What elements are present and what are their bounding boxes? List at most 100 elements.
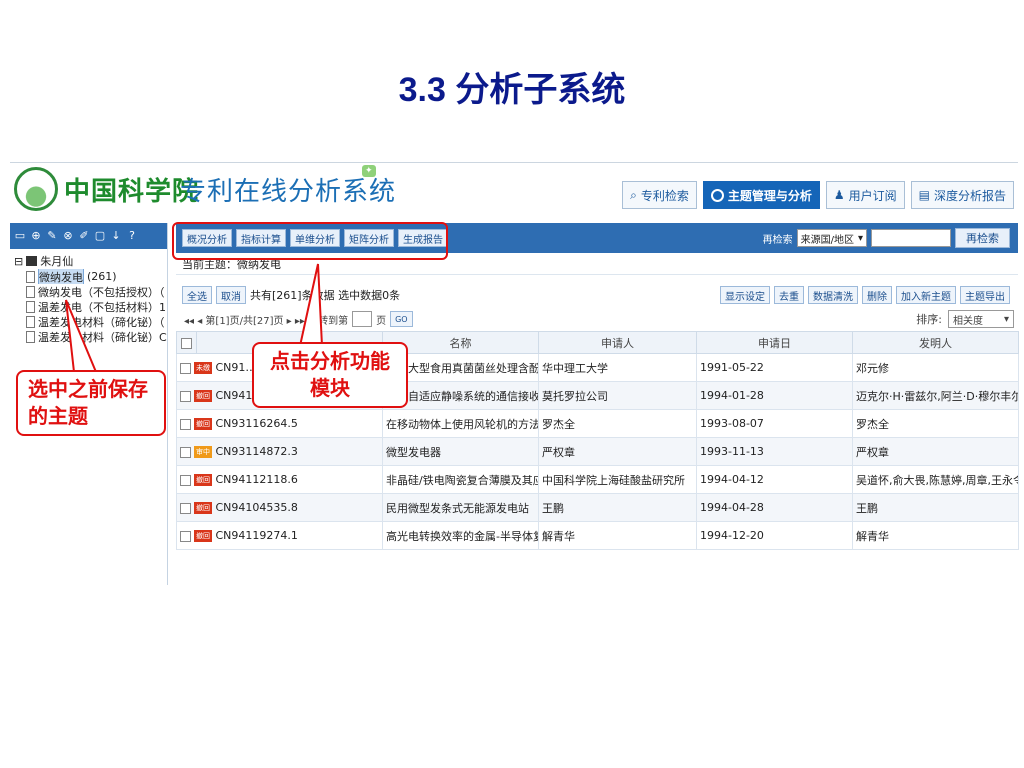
- inventor: 解青华: [852, 521, 1019, 550]
- re-search-area: 再检索 来源国/地区 ▾ 再检索: [763, 228, 1010, 248]
- delete-icon[interactable]: ⊗: [62, 230, 74, 242]
- select-all-checkbox[interactable]: [181, 337, 192, 349]
- header-applicant[interactable]: 申请人: [538, 331, 697, 354]
- rename-icon[interactable]: ✐: [78, 230, 90, 242]
- header-date[interactable]: 申请日: [696, 331, 853, 354]
- apply-date: 1994-04-28: [696, 493, 853, 522]
- row-checkbox[interactable]: [180, 362, 191, 374]
- export-topic-button[interactable]: 主题导出: [960, 286, 1010, 304]
- select-all-button[interactable]: 全选: [182, 286, 212, 304]
- nav-tab-deep-report[interactable]: ▤ 深度分析报告: [910, 181, 1014, 209]
- row-checkbox[interactable]: [180, 530, 191, 542]
- analysis-toolbar-highlight: [172, 222, 448, 260]
- apply-date: 1994-01-28: [696, 381, 853, 410]
- table-row[interactable]: 撤回 CN94119274.1 高光电转换效率的金属-半导体复合膜 解青华 19…: [176, 521, 1019, 550]
- action-buttons: 显示设定 去重 数据清洗 删除 加入新主题 主题导出: [720, 286, 1014, 304]
- search-field-select[interactable]: 来源国/地区 ▾: [796, 229, 867, 247]
- add-new-topic-button[interactable]: 加入新主题: [896, 286, 956, 304]
- table-row[interactable]: 撤回 CN93116264.5 在移动物体上使用风轮机的方法 罗杰全 1993-…: [176, 409, 1019, 438]
- search-icon: ⌕: [630, 187, 637, 202]
- patent-title[interactable]: 微型发电器: [382, 437, 539, 466]
- inventor: 罗杰全: [852, 409, 1019, 438]
- patent-title[interactable]: 民用微型发条式无能源发电站: [382, 493, 539, 522]
- row-checkbox[interactable]: [180, 446, 191, 458]
- tree-item-topic[interactable]: 温差发电材料（碲化铋）C: [14, 329, 167, 344]
- row-checkbox[interactable]: [180, 474, 191, 486]
- status-badge: 撤回: [194, 390, 212, 402]
- patent-number[interactable]: CN91…: [216, 361, 257, 374]
- pager-text[interactable]: ◂◂ ◂ 第[1]页/共[27]页 ▸ ▸▸ 跳转到第: [184, 312, 348, 327]
- patent-number[interactable]: CN94112118.6: [216, 473, 298, 486]
- applicant: 罗杰全: [538, 409, 697, 438]
- sort-value: 相关度: [953, 315, 983, 327]
- row-checkbox[interactable]: [180, 502, 191, 514]
- table-row[interactable]: 撤回 CN94104535.8 民用微型发条式无能源发电站 王鹏 1994-04…: [176, 493, 1019, 522]
- row-checkbox[interactable]: [180, 418, 191, 430]
- tree-item-topic[interactable]: 温差发电（不包括材料）1: [14, 299, 167, 314]
- tree-root-label: 朱月仙: [40, 255, 74, 268]
- applicant: 莫托罗拉公司: [538, 381, 697, 410]
- display-settings-button[interactable]: 显示设定: [720, 286, 770, 304]
- nav-tab-subscription[interactable]: ♟ 用户订阅: [825, 181, 905, 209]
- applicant: 华中理工大学: [538, 353, 697, 382]
- nav-tab-topic-management[interactable]: 主题管理与分析: [702, 181, 820, 209]
- re-search-label: 再检索: [762, 234, 793, 246]
- patent-title[interactable]: 高光电转换效率的金属-半导体复合膜: [382, 521, 539, 550]
- re-search-button[interactable]: 再检索: [955, 228, 1010, 248]
- tree-item-topic[interactable]: 温差发电材料（碲化铋）（: [14, 314, 167, 329]
- callout-analysis-text: 点击分析功能模块: [270, 349, 390, 400]
- sort-label: 排序:: [916, 313, 942, 326]
- tree-root[interactable]: ⊟ 朱月仙: [14, 253, 167, 269]
- folder-icon: [26, 256, 38, 266]
- re-search-input[interactable]: [871, 229, 951, 247]
- new-doc-icon[interactable]: ▢: [94, 230, 106, 242]
- go-button[interactable]: GO: [390, 311, 413, 327]
- patent-number[interactable]: CN93114872.3: [216, 445, 298, 458]
- sort-control: 排序: 相关度 ▾: [916, 310, 1014, 328]
- search-field-value: 来源国/地区: [800, 234, 854, 246]
- action-row: 全选 取消 共有[261]条数据 选中数据0条 显示设定 去重 数据清洗 删除 …: [176, 283, 1018, 307]
- tree-item-label: 微纳发电: [38, 269, 84, 284]
- callout-saved-text: 选中之前保存的主题: [28, 377, 148, 428]
- page-number-input[interactable]: [352, 311, 373, 327]
- tree-item-topic[interactable]: 微纳发电 (261): [14, 269, 167, 284]
- tree-item-label: 微纳发电（不包括授权）（: [38, 285, 165, 299]
- nav-tab-label: 深度分析报告: [933, 188, 1006, 203]
- user-icon: ♟: [833, 188, 845, 202]
- header-inventor[interactable]: 发明人: [852, 331, 1019, 354]
- row-check-pn: 撤回 CN94112118.6: [176, 465, 383, 494]
- apply-date: 1994-04-12: [696, 465, 853, 494]
- nav-tab-patent-search[interactable]: ⌕ 专利检索: [622, 181, 697, 209]
- status-badge: 撤回: [194, 474, 212, 486]
- inventor: 王鹏: [852, 493, 1019, 522]
- patent-title[interactable]: 非晶硅/铁电陶瓷复合薄膜及其应用: [382, 465, 539, 494]
- patent-number[interactable]: CN94119274.1: [216, 529, 298, 542]
- sort-select[interactable]: 相关度 ▾: [948, 310, 1014, 328]
- inventor: 吴道怀,俞大畏,陈慧婷,周章,王永令: [852, 465, 1019, 494]
- patent-title[interactable]: 在移动物体上使用风轮机的方法: [382, 409, 539, 438]
- help-icon[interactable]: ?: [126, 230, 138, 242]
- table-row[interactable]: 审中 CN93114872.3 微型发电器 严权章 1993-11-13 严权章: [176, 437, 1019, 466]
- data-cleaning-button[interactable]: 数据清洗: [808, 286, 858, 304]
- applicant: 解青华: [538, 521, 697, 550]
- download-icon[interactable]: ↓: [110, 230, 122, 242]
- add-icon[interactable]: ⊕: [30, 230, 42, 242]
- tree-item-topic[interactable]: 微纳发电（不包括授权）（: [14, 284, 167, 299]
- header-checkbox-cell[interactable]: [176, 331, 197, 354]
- document-icon: [26, 300, 35, 313]
- nav-tab-label: 用户订阅: [848, 188, 897, 203]
- collapse-toggle-icon[interactable]: ⊟: [14, 255, 23, 268]
- apply-date: 1994-12-20: [696, 521, 853, 550]
- row-checkbox[interactable]: [180, 390, 191, 402]
- table-row[interactable]: 撤回 CN94112118.6 非晶硅/铁电陶瓷复合薄膜及其应用 中国科学院上海…: [176, 465, 1019, 494]
- cancel-button[interactable]: 取消: [216, 286, 246, 304]
- patent-number[interactable]: CN93116264.5: [216, 417, 298, 430]
- cas-logo-icon: [14, 167, 58, 211]
- dedupe-button[interactable]: 去重: [774, 286, 804, 304]
- callout-analysis-module: 点击分析功能模块: [252, 342, 408, 408]
- page-suffix: 页: [376, 315, 387, 327]
- delete-button[interactable]: 删除: [862, 286, 892, 304]
- edit-icon[interactable]: ✎: [46, 230, 58, 242]
- patent-number[interactable]: CN94104535.8: [216, 501, 298, 514]
- collapse-icon[interactable]: ▭: [14, 230, 26, 242]
